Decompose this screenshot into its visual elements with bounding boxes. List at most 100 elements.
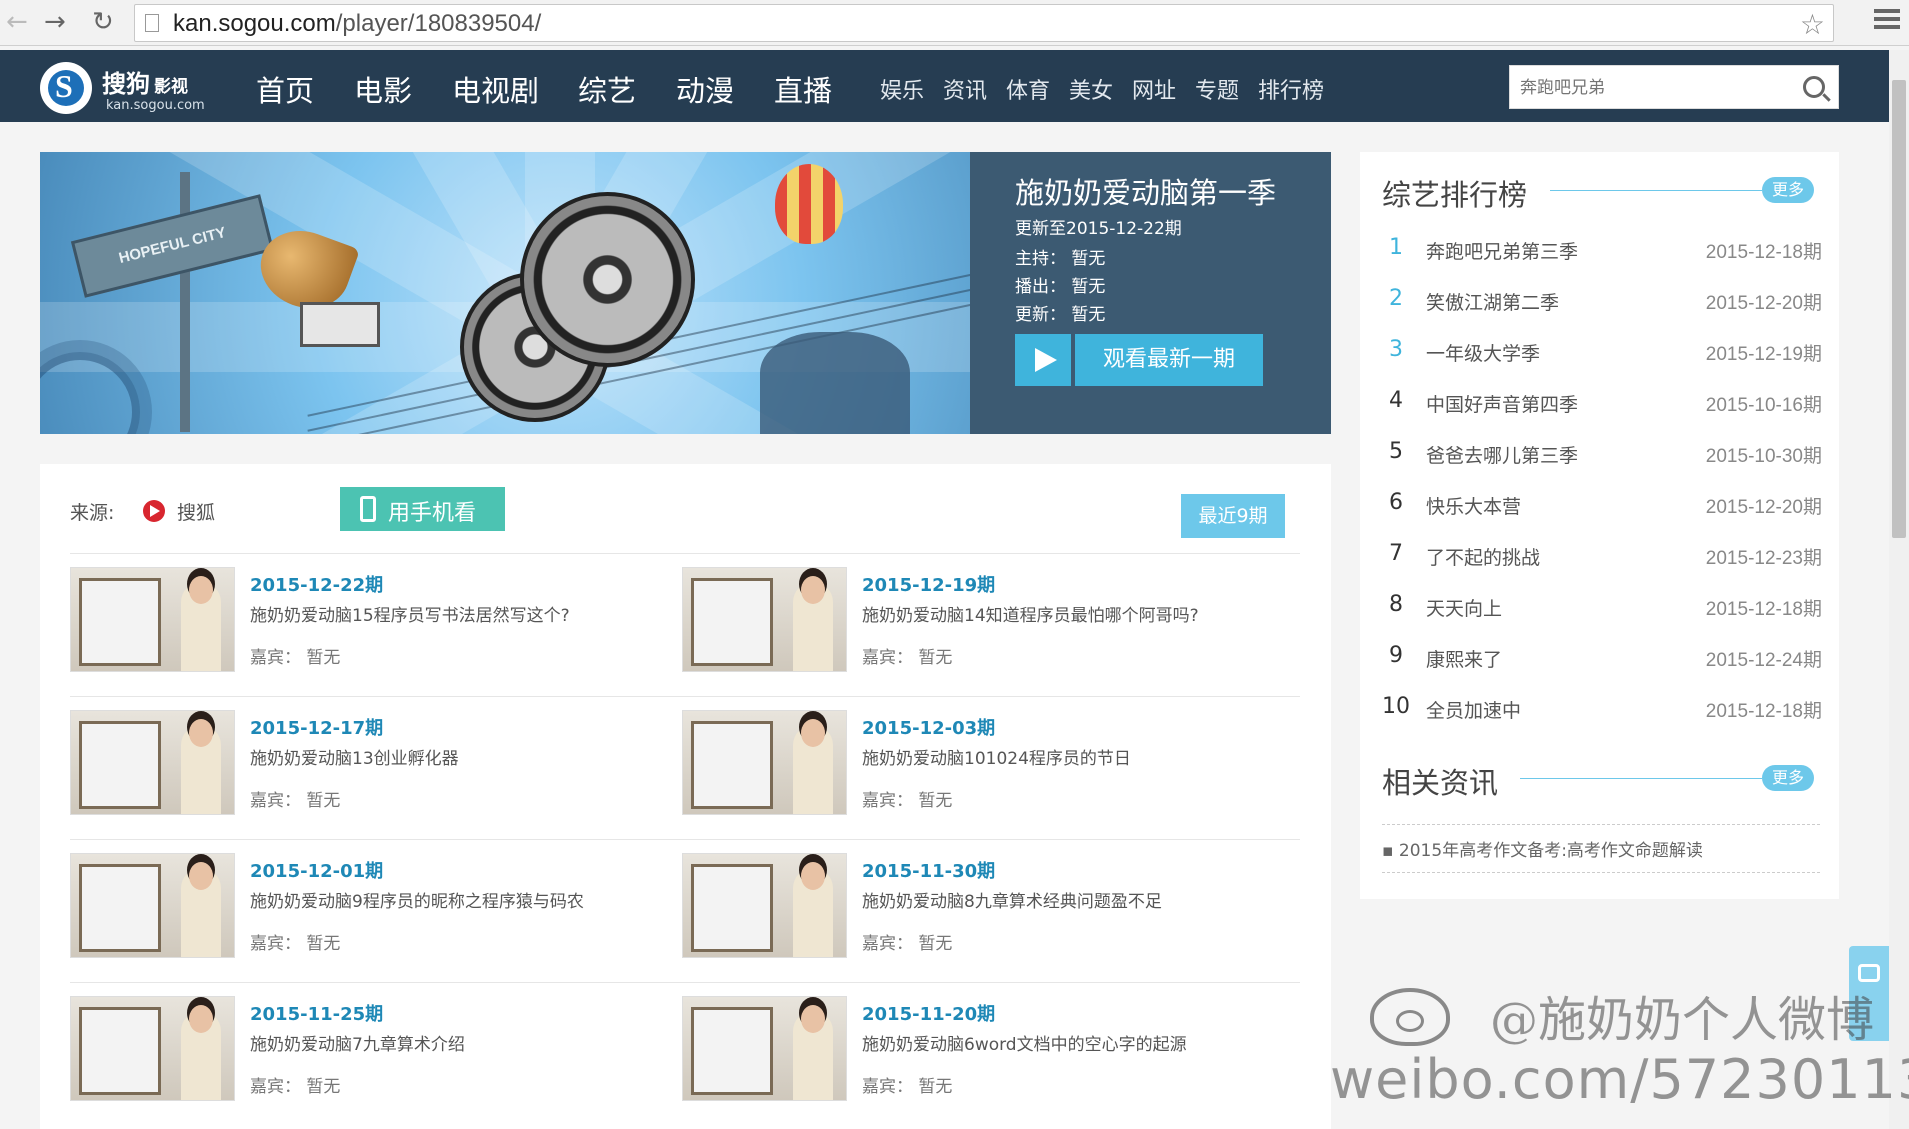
nav-sports[interactable]: 体育 — [1006, 73, 1050, 105]
url-text: kan.sogou.com/player/180839504/ — [173, 10, 542, 37]
episode-thumbnail[interactable] — [682, 710, 847, 815]
episode-thumbnail[interactable] — [682, 996, 847, 1101]
episode-guest: 嘉宾： 暂无 — [250, 934, 341, 954]
reload-icon[interactable]: ↻ — [92, 9, 114, 35]
episode-thumbnail[interactable] — [70, 996, 235, 1101]
nav-variety[interactable]: 综艺 — [578, 68, 636, 110]
update-status: 更新至2015-12-22期 — [1015, 219, 1182, 239]
watch-latest-button[interactable]: 观看最新一期 — [1075, 334, 1263, 386]
source-name[interactable]: 搜狐 — [177, 498, 215, 525]
forward-arrow-icon[interactable]: → — [44, 9, 66, 35]
episode-item[interactable]: 2015-11-30期 施奶奶爱动脑8九章算术经典问题盈不足 嘉宾： 暂无 — [682, 853, 1282, 973]
hot-air-balloon-icon — [775, 164, 843, 244]
divider — [1382, 824, 1820, 825]
episode-title[interactable]: 施奶奶爱动脑8九章算术经典问题盈不足 — [862, 887, 1162, 912]
ranking-item[interactable]: 1 奔跑吧兄弟第三季 2015-12-18期 — [1382, 229, 1822, 269]
nav-live[interactable]: 直播 — [774, 68, 832, 110]
episode-guest: 嘉宾： 暂无 — [250, 648, 341, 668]
episode-item[interactable]: 2015-12-17期 施奶奶爱动脑13创业孵化器 嘉宾： 暂无 — [70, 710, 670, 830]
ranking-item[interactable]: 4 中国好声音第四季 2015-10-16期 — [1382, 382, 1822, 422]
episode-guest: 嘉宾： 暂无 — [250, 1077, 341, 1097]
weibo-icon — [1370, 988, 1450, 1046]
ranking-item[interactable]: 7 了不起的挑战 2015-12-23期 — [1382, 535, 1822, 575]
ranking-item[interactable]: 10 全员加速中 2015-12-18期 — [1382, 688, 1822, 728]
ranking-item[interactable]: 2 笑傲江湖第二季 2015-12-20期 — [1382, 280, 1822, 320]
nav-home[interactable]: 首页 — [256, 68, 314, 110]
episode-guest: 嘉宾： 暂无 — [250, 791, 341, 811]
news-more-button[interactable]: 更多 — [1762, 765, 1814, 791]
episode-title[interactable]: 施奶奶爱动脑6word文档中的空心字的起源 — [862, 1030, 1187, 1055]
couple-silhouette — [760, 332, 910, 434]
nav-tv-series[interactable]: 电视剧 — [452, 68, 539, 110]
divider — [70, 982, 1300, 983]
episode-thumbnail[interactable] — [682, 853, 847, 958]
search-icon[interactable] — [1803, 76, 1825, 98]
section-line — [1550, 190, 1762, 191]
weibo-watermark: @施奶奶个人微博 weibo.com/572301133 — [1330, 970, 1909, 1125]
airing-info: 播出： 暂无 — [1015, 277, 1106, 297]
source-label: 来源: — [70, 502, 115, 524]
recent-episodes-button[interactable]: 最近9期 — [1181, 494, 1285, 538]
episode-date[interactable]: 2015-12-01期 — [250, 857, 383, 883]
episode-title[interactable]: 施奶奶爱动脑14知道程序员最怕哪个阿哥吗? — [862, 601, 1199, 626]
episode-thumbnail[interactable] — [70, 710, 235, 815]
ranking-item[interactable]: 9 康熙来了 2015-12-24期 — [1382, 637, 1822, 677]
ranking-item[interactable]: 5 爸爸去哪儿第三季 2015-10-30期 — [1382, 433, 1822, 473]
ranking-item[interactable]: 8 天天向上 2015-12-18期 — [1382, 586, 1822, 626]
hopeful-city-sign: HOPEFUL CITY — [70, 194, 275, 298]
watermark-handle: @施奶奶个人微博 — [1490, 992, 1875, 1048]
back-arrow-icon[interactable]: ← — [6, 9, 28, 35]
episode-guest: 嘉宾： 暂无 — [862, 934, 953, 954]
episode-item[interactable]: 2015-12-19期 施奶奶爱动脑14知道程序员最怕哪个阿哥吗? 嘉宾： 暂无 — [682, 567, 1282, 687]
episode-title[interactable]: 施奶奶爱动脑15程序员写书法居然写这个? — [250, 601, 570, 626]
nav-topics[interactable]: 专题 — [1195, 73, 1239, 105]
nav-news[interactable]: 资讯 — [943, 73, 987, 105]
episode-item[interactable]: 2015-12-03期 施奶奶爱动脑101024程序员的节日 嘉宾： 暂无 — [682, 710, 1282, 830]
bookmark-star-icon[interactable]: ☆ — [1800, 8, 1825, 41]
browser-menu-icon[interactable] — [1874, 9, 1900, 33]
sogou-logo[interactable]: 搜狗影视 kan.sogou.com — [40, 60, 210, 116]
nav-entertainment[interactable]: 娱乐 — [880, 73, 924, 105]
episode-item[interactable]: 2015-12-22期 施奶奶爱动脑15程序员写书法居然写这个? 嘉宾： 暂无 — [70, 567, 670, 687]
episode-date[interactable]: 2015-11-25期 — [250, 1000, 383, 1026]
divider — [1382, 872, 1820, 873]
episode-item[interactable]: 2015-11-20期 施奶奶爱动脑6word文档中的空心字的起源 嘉宾： 暂无 — [682, 996, 1282, 1116]
nav-sites[interactable]: 网址 — [1132, 73, 1176, 105]
episode-date[interactable]: 2015-12-03期 — [862, 714, 995, 740]
update-info: 更新： 暂无 — [1015, 305, 1106, 325]
news-item[interactable]: ▪ 2015年高考作文备考:高考作文命题解读 — [1382, 836, 1703, 861]
search-input[interactable] — [1520, 74, 1790, 102]
episode-thumbnail[interactable] — [70, 853, 235, 958]
episode-date[interactable]: 2015-11-20期 — [862, 1000, 995, 1026]
episode-date[interactable]: 2015-12-19期 — [862, 571, 995, 597]
episode-title[interactable]: 施奶奶爱动脑13创业孵化器 — [250, 744, 459, 769]
episode-item[interactable]: 2015-11-25期 施奶奶爱动脑7九章算术介绍 嘉宾： 暂无 — [70, 996, 670, 1116]
episode-date[interactable]: 2015-11-30期 — [862, 857, 995, 883]
nav-movies[interactable]: 电影 — [354, 68, 412, 110]
episode-date[interactable]: 2015-12-22期 — [250, 571, 383, 597]
episode-guest: 嘉宾： 暂无 — [862, 648, 953, 668]
right-sidebar: 综艺排行榜 更多 1 奔跑吧兄弟第三季 2015-12-18期 2 笑傲江湖第二… — [1360, 152, 1839, 899]
episode-title[interactable]: 施奶奶爱动脑7九章算术介绍 — [250, 1030, 465, 1055]
watch-on-mobile-button[interactable]: 用手机看 — [340, 487, 505, 531]
scrollbar-thumb[interactable] — [1892, 80, 1906, 538]
episode-title[interactable]: 施奶奶爱动脑9程序员的昵称之程序猿与码农 — [250, 887, 584, 912]
episode-thumbnail[interactable] — [70, 567, 235, 672]
episode-date[interactable]: 2015-12-17期 — [250, 714, 383, 740]
episode-item[interactable]: 2015-12-01期 施奶奶爱动脑9程序员的昵称之程序猿与码农 嘉宾： 暂无 — [70, 853, 670, 973]
nav-charts[interactable]: 排行榜 — [1258, 73, 1324, 105]
film-reel-icon — [520, 192, 695, 367]
page-scrollbar[interactable] — [1889, 50, 1909, 1129]
related-news-title: 相关资讯 — [1382, 766, 1499, 800]
phone-icon — [360, 496, 376, 522]
nav-anime[interactable]: 动漫 — [676, 68, 734, 110]
episode-title[interactable]: 施奶奶爱动脑101024程序员的节日 — [862, 744, 1131, 769]
play-icon[interactable] — [1015, 334, 1071, 386]
address-bar[interactable]: kan.sogou.com/player/180839504/ ☆ — [134, 4, 1834, 42]
section-line — [1520, 778, 1762, 779]
episode-thumbnail[interactable] — [682, 567, 847, 672]
ranking-item[interactable]: 6 快乐大本营 2015-12-20期 — [1382, 484, 1822, 524]
ranking-item[interactable]: 3 一年级大学季 2015-12-19期 — [1382, 331, 1822, 371]
ranking-more-button[interactable]: 更多 — [1762, 177, 1814, 203]
nav-beauty[interactable]: 美女 — [1069, 73, 1113, 105]
